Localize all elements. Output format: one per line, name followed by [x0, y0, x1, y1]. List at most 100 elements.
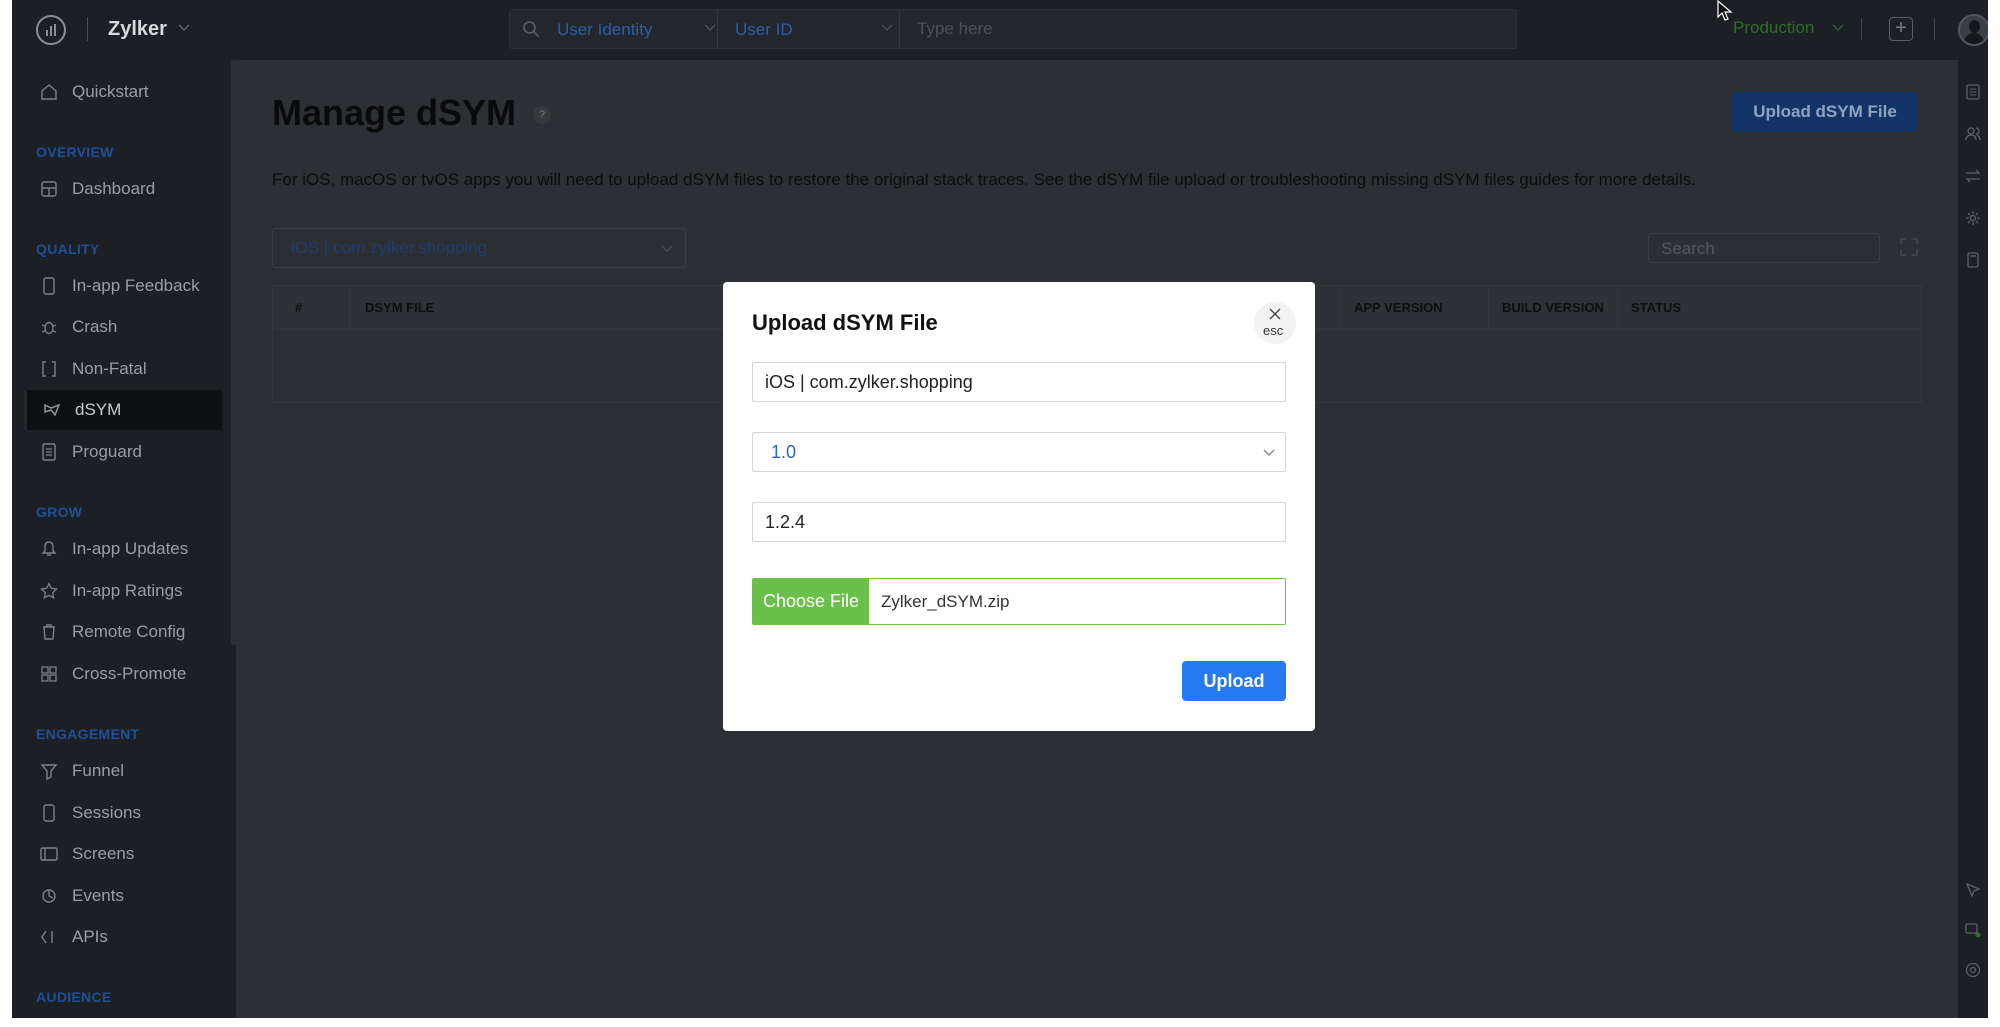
app-select-value: iOS | com.zylker.shopping [291, 238, 488, 257]
build-version-value: 1.2.4 [765, 512, 806, 532]
document-icon[interactable] [1965, 84, 1981, 100]
sidebar-item-screens[interactable]: Screens [24, 834, 222, 874]
brackets-icon [40, 360, 58, 378]
sidebar-item-label: APIs [72, 927, 108, 946]
page-description: For iOS, macOS or tvOS apps you will nee… [272, 170, 1696, 189]
chevron-down-icon[interactable] [704, 24, 716, 32]
calculator-icon[interactable] [1965, 252, 1981, 268]
brand-name[interactable]: Zylker [108, 18, 167, 41]
upload-dsym-modal: Upload dSYM File esc iOS | com.zylker.sh… [723, 282, 1315, 731]
sidebar: Quickstart OVERVIEW Dashboard QUALITY In… [12, 60, 232, 1018]
api-icon [40, 928, 58, 946]
sidebar-item-label: Crash [72, 317, 118, 336]
sidebar-item-apis[interactable]: APIs [24, 917, 222, 957]
chevron-down-icon[interactable] [1832, 24, 1844, 32]
choose-file-button[interactable]: Choose File [753, 579, 869, 624]
chevron-down-icon[interactable] [881, 24, 893, 32]
fullscreen-icon[interactable] [1900, 238, 1918, 256]
help-circle-icon[interactable] [1965, 962, 1981, 978]
app-window: Zylker User Identity User ID Type here P… [12, 0, 1988, 1018]
search-input[interactable]: Type here [917, 19, 993, 39]
chevron-down-icon[interactable] [178, 24, 190, 32]
column-header[interactable]: BUILD VERSION [1502, 300, 1604, 315]
user-identity-select[interactable]: User Identity [557, 20, 652, 40]
search-placeholder: Search [1661, 239, 1715, 258]
sidebar-item-proguard[interactable]: Proguard [24, 432, 222, 472]
divider [349, 286, 350, 330]
build-version-field[interactable]: 1.2.4 [752, 502, 1286, 542]
sidebar-item-dsym[interactable]: dSYM [24, 390, 222, 430]
users-icon[interactable] [1965, 126, 1981, 142]
logo-icon[interactable] [36, 15, 66, 45]
sidebar-item-remote-config[interactable]: Remote Config [24, 612, 222, 652]
sidebar-item-label: In-app Ratings [72, 581, 183, 600]
section-grow: GROW [36, 504, 83, 520]
upload-button[interactable]: Upload [1182, 661, 1286, 701]
events-icon [40, 887, 58, 905]
sidebar-item-events[interactable]: Events [24, 876, 222, 916]
divider [1934, 18, 1935, 40]
sidebar-item-non-fatal[interactable]: Non-Fatal [24, 349, 222, 389]
mouse-cursor-icon [1717, 0, 1733, 21]
dashboard-icon [40, 180, 58, 198]
sidebar-item-label: Events [72, 886, 124, 905]
settings-icon[interactable] [1965, 210, 1981, 226]
version-select[interactable]: 1.0 [752, 432, 1286, 472]
bell-icon [40, 540, 58, 558]
add-icon[interactable]: + [1889, 17, 1913, 41]
sidebar-item-cross-promote[interactable]: Cross-Promote [24, 654, 222, 694]
sidebar-item-crash[interactable]: Crash [24, 307, 222, 347]
divider [1861, 18, 1862, 40]
global-search-bar: User Identity User ID Type here [509, 9, 1517, 49]
app-select[interactable]: iOS | com.zylker.shopping [272, 228, 686, 268]
sidebar-item-in-app-updates[interactable]: In-app Updates [24, 529, 222, 569]
sidebar-item-label: Dashboard [72, 179, 156, 198]
avatar[interactable] [1958, 14, 1988, 46]
chat-icon[interactable] [1965, 922, 1981, 938]
sidebar-item-label: Screens [72, 844, 135, 863]
divider [1488, 286, 1489, 330]
environment-select[interactable]: Production [1733, 18, 1814, 38]
phone-icon [40, 804, 58, 822]
help-icon[interactable]: ? [533, 106, 551, 124]
sidebar-item-sessions[interactable]: Sessions [24, 793, 222, 833]
dsym-icon [43, 401, 61, 419]
section-overview: OVERVIEW [36, 144, 114, 160]
cursor-icon[interactable] [1965, 882, 1981, 898]
column-header[interactable]: DSYM FILE [365, 300, 434, 315]
chevron-down-icon [661, 245, 673, 253]
screen-icon [40, 845, 58, 863]
sidebar-item-dashboard[interactable]: Dashboard [24, 169, 222, 209]
app-field[interactable]: iOS | com.zylker.shopping [752, 362, 1286, 402]
top-bar: Zylker User Identity User ID Type here P… [12, 0, 1988, 60]
sidebar-item-quickstart[interactable]: Quickstart [24, 72, 222, 112]
swap-icon[interactable] [1965, 168, 1981, 184]
upload-dsym-button[interactable]: Upload dSYM File [1732, 92, 1918, 132]
home-icon [40, 83, 58, 101]
right-rail [1958, 60, 1988, 1018]
app-field-value: iOS | com.zylker.shopping [765, 372, 973, 392]
file-name: Zylker_dSYM.zip [881, 592, 1010, 611]
feedback-icon [40, 277, 58, 295]
file-input[interactable]: Choose File Zylker_dSYM.zip [752, 578, 1286, 625]
sidebar-item-funnel[interactable]: Funnel [24, 751, 222, 791]
divider [1617, 286, 1618, 330]
column-header: # [295, 300, 303, 315]
column-header[interactable]: APP VERSION [1354, 300, 1443, 315]
column-header[interactable]: STATUS [1631, 300, 1681, 315]
sidebar-item-in-app-ratings[interactable]: In-app Ratings [24, 571, 222, 611]
user-id-select[interactable]: User ID [735, 20, 793, 40]
table-search-input[interactable]: Search [1648, 233, 1880, 263]
close-icon [1269, 308, 1281, 320]
close-esc-label: esc [1263, 323, 1284, 338]
grid-icon [40, 665, 58, 683]
divider [899, 10, 900, 48]
section-engagement: ENGAGEMENT [36, 726, 140, 742]
bug-icon [40, 318, 58, 336]
version-select-value: 1.0 [771, 442, 797, 462]
close-button[interactable]: esc [1254, 302, 1296, 344]
divider [717, 10, 718, 48]
section-audience: AUDIENCE [36, 989, 112, 1005]
sidebar-item-label: In-app Updates [72, 539, 189, 558]
sidebar-item-in-app-feedback[interactable]: In-app Feedback [24, 266, 222, 306]
